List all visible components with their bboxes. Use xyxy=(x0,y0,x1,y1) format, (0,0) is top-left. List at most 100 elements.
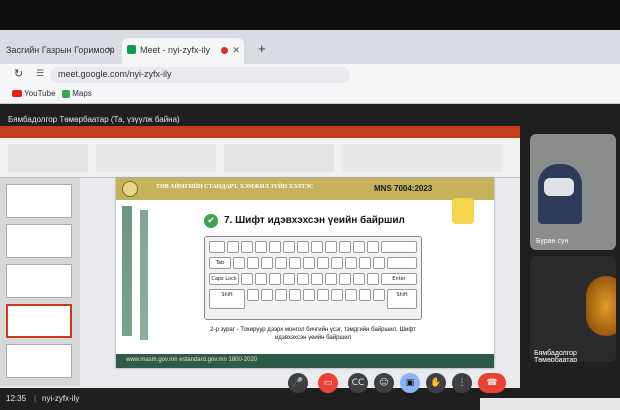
keyboard-key xyxy=(339,241,351,253)
agency-logo-icon xyxy=(122,181,138,197)
keyboard-key xyxy=(373,257,385,269)
ribbon-clipboard-group xyxy=(8,144,88,172)
more-options-button[interactable]: ⋮ xyxy=(452,373,472,393)
keyboard-key xyxy=(325,241,337,253)
captions-button[interactable]: CC xyxy=(348,373,368,393)
keyboard-key xyxy=(255,273,267,285)
slide-thumbnails-pane xyxy=(0,178,80,386)
presenter-banner: Бямбадолгор Төмөрбаатар (Та, үзүүлж байн… xyxy=(8,115,180,124)
keyboard-key xyxy=(241,241,253,253)
url-field[interactable]: meet.google.com/nyi-zyfx-ily xyxy=(50,67,350,83)
keyboard-key xyxy=(345,289,357,301)
tab-label: Meet - nyi-zyfx-ily xyxy=(140,45,211,55)
meet-favicon-icon xyxy=(127,45,136,54)
chevron-up-icon[interactable]: ⌃ xyxy=(270,373,290,393)
keyboard-key xyxy=(269,273,281,285)
keyboard-key xyxy=(325,273,337,285)
ribbon-titlebar xyxy=(0,126,520,138)
slide-thumbnail[interactable] xyxy=(6,184,72,218)
recording-dot-icon xyxy=(221,47,228,54)
keyboard-key xyxy=(233,257,245,269)
keyboard-key xyxy=(241,273,253,285)
keyboard-key xyxy=(331,257,343,269)
keyboard-key xyxy=(275,289,287,301)
reload-icon[interactable]: ↻ xyxy=(14,67,23,80)
keyboard-key-tab: Tab xyxy=(209,257,231,269)
keyboard-key xyxy=(289,257,301,269)
keyboard-key xyxy=(227,241,239,253)
mic-button[interactable]: 🎤 xyxy=(288,373,308,393)
keyboard-key xyxy=(283,241,295,253)
keyboard-key-shift-right: Shift xyxy=(387,289,417,309)
participant-tile[interactable]: Буран сун xyxy=(530,134,616,250)
slide-footer-band: www.masm.gov.mn estandard.gov.mn 1800-20… xyxy=(116,354,494,368)
keyboard-key xyxy=(303,289,315,301)
new-tab-button[interactable]: + xyxy=(252,38,272,64)
keyboard-key xyxy=(269,241,281,253)
mongolian-script-column xyxy=(122,206,132,336)
browser-tab-1[interactable]: Засгийн Газрын Горимоор ✕ xyxy=(0,38,118,64)
book-lightbulb-icon xyxy=(452,198,474,224)
slide-thumbnail[interactable] xyxy=(6,344,72,378)
keyboard-key xyxy=(373,289,385,301)
present-button[interactable]: ▣ xyxy=(400,373,420,393)
site-info-icon[interactable]: ☰ xyxy=(36,69,44,79)
keyboard-key-shift-left: Shift xyxy=(209,289,245,309)
keyboard-key xyxy=(331,289,343,301)
close-icon[interactable]: ✕ xyxy=(232,45,240,56)
ribbon-drawing-group xyxy=(342,144,502,172)
participant-name: Буран сун xyxy=(536,238,569,245)
keyboard-key xyxy=(367,273,379,285)
slide-footer-text: www.masm.gov.mn estandard.gov.mn 1800-20… xyxy=(126,357,258,363)
keyboard-key-enter: Enter xyxy=(381,273,417,285)
keyboard-key xyxy=(311,273,323,285)
end-call-button[interactable]: ☎ xyxy=(478,373,506,393)
keyboard-key-backspace xyxy=(381,241,417,253)
slide-thumbnail[interactable] xyxy=(6,224,72,258)
bookmarks-bar: YouTube Maps xyxy=(0,86,620,104)
keyboard-key xyxy=(289,289,301,301)
bookmark-youtube[interactable]: YouTube xyxy=(12,89,56,98)
keyboard-key xyxy=(297,241,309,253)
keyboard-key xyxy=(387,257,417,269)
keyboard-key xyxy=(311,241,323,253)
slide-header-right: MNS 7004:2023 xyxy=(374,184,433,193)
os-taskbar xyxy=(480,398,620,410)
keyboard-key xyxy=(317,289,329,301)
keyboard-key xyxy=(255,241,267,253)
bookmark-label: YouTube xyxy=(24,89,56,98)
slide-header-band: ТӨВ АЙМГИЙН СТАНДАРТ, ХЭМЖИЛ ЗҮЙН ХЭЛТЭС… xyxy=(116,178,494,200)
camera-off-button[interactable]: ▭ xyxy=(318,373,338,393)
mongolian-script-column xyxy=(140,210,148,340)
participant-tile[interactable]: Бямбадолгор Төмөрбаатар xyxy=(530,256,616,362)
keyboard-key xyxy=(209,241,225,253)
keyboard-diagram: Tab Caps Lock Enter Shift Shift xyxy=(204,236,422,320)
bookmark-maps[interactable]: Maps xyxy=(62,89,92,98)
separator: | xyxy=(34,394,37,403)
meeting-code: nyi-zyfx-ily xyxy=(42,394,80,403)
ribbon-paragraph-group xyxy=(224,144,334,172)
participant-name: Бямбадолгор Төмөрбаатар xyxy=(534,350,578,362)
slide-thumbnail[interactable] xyxy=(6,264,72,298)
ribbon-font-group xyxy=(96,144,216,172)
keyboard-key xyxy=(359,289,371,301)
raise-hand-button[interactable]: ✋ xyxy=(426,373,446,393)
maps-icon xyxy=(62,89,70,98)
keyboard-key xyxy=(353,273,365,285)
keyboard-key xyxy=(345,257,357,269)
keyboard-key xyxy=(283,273,295,285)
keyboard-key xyxy=(261,289,273,301)
emoji-button[interactable]: ☺ xyxy=(374,373,394,393)
bookmark-label: Maps xyxy=(72,89,92,98)
face-mask xyxy=(544,178,574,196)
close-icon[interactable]: ✕ xyxy=(106,45,114,56)
keyboard-key xyxy=(367,241,379,253)
address-bar: ↻ ☰ meet.google.com/nyi-zyfx-ily xyxy=(0,64,620,86)
keyboard-key xyxy=(261,257,273,269)
keyboard-key xyxy=(317,257,329,269)
browser-tab-2[interactable]: Meet - nyi-zyfx-ily ✕ xyxy=(122,38,244,64)
youtube-icon xyxy=(12,90,22,98)
slide-thumbnail-active[interactable] xyxy=(6,304,72,338)
keyboard-key xyxy=(303,257,315,269)
keyboard-key xyxy=(359,257,371,269)
